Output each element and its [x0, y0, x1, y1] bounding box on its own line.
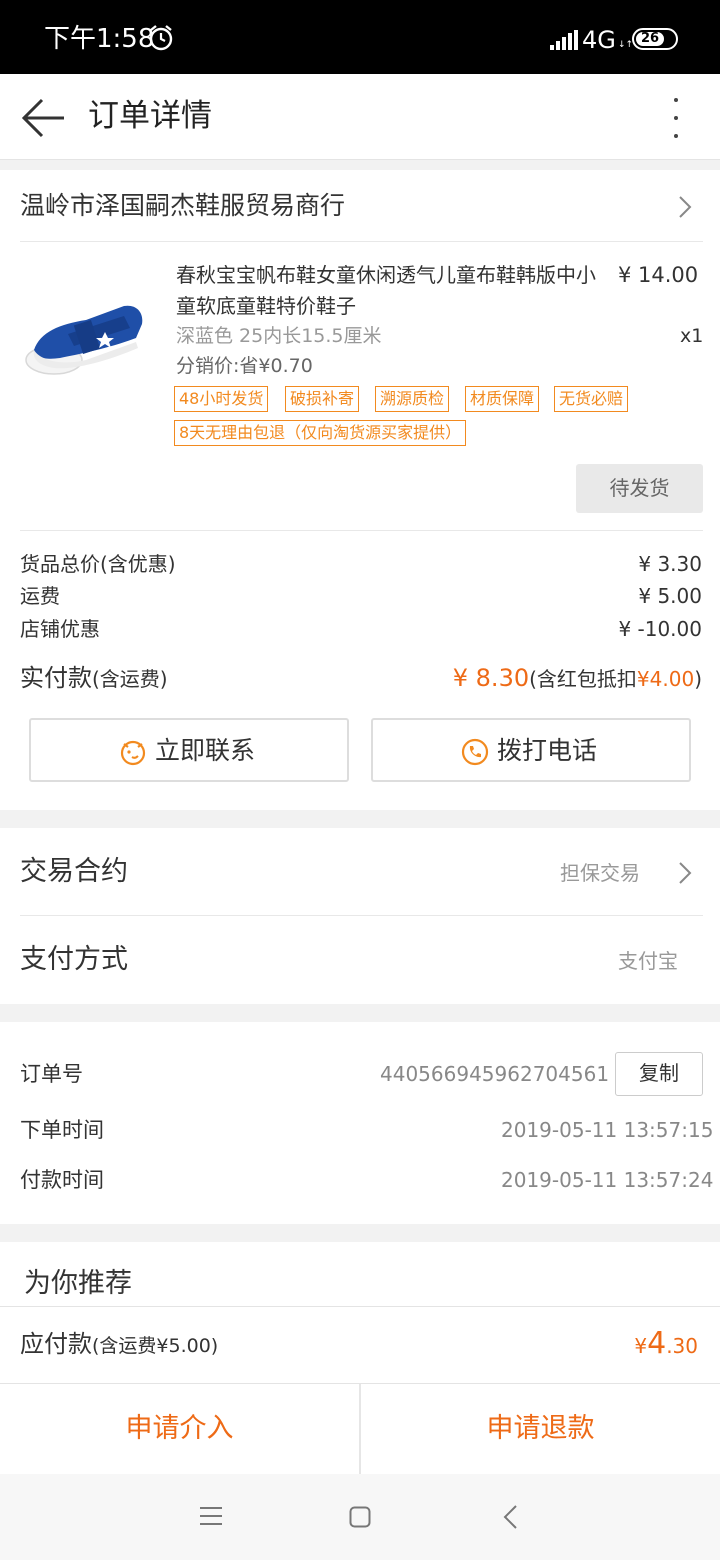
chat-face-icon: [120, 740, 146, 766]
paid-note-prefix: (含红包抵扣: [529, 667, 637, 691]
back-icon[interactable]: [502, 1504, 518, 1530]
service-tag: 破损补寄: [285, 386, 360, 412]
service-tag: 8天无理由包退（仅向淘货源买家提供）: [174, 420, 467, 446]
amount-due-bar: 应付款(含运费¥5.00) ¥4.30: [0, 1306, 720, 1384]
paid-label-text: 实付款: [20, 664, 92, 692]
paid-amount-row: ¥ 8.30(含红包抵扣¥4.00): [453, 662, 702, 695]
menu-icon[interactable]: [200, 1506, 222, 1526]
summary-label: 货品总价(含优惠): [20, 552, 176, 576]
apply-intervention-button[interactable]: 申请介入: [0, 1384, 359, 1474]
amount-due-currency: ¥: [634, 1334, 648, 1358]
call-button[interactable]: 拨打电话: [371, 718, 691, 782]
order-status-button[interactable]: 待发货: [576, 464, 703, 513]
summary-label: 店铺优惠: [20, 617, 100, 641]
chevron-right-icon[interactable]: [678, 195, 692, 219]
battery-icon: 26: [632, 28, 678, 50]
shop-name[interactable]: 温岭市泽国嗣杰鞋服贸易商行: [20, 190, 345, 222]
service-tag: 溯源质检: [375, 386, 450, 412]
signal-icon: [550, 30, 578, 50]
status-bar: 下午1:58 4G ↓↑ 26: [0, 0, 720, 74]
summary-value: ¥ 5.00: [638, 584, 702, 608]
distribution-price: 分销价:省¥0.70: [176, 355, 313, 377]
apply-refund-button[interactable]: 申请退款: [361, 1384, 720, 1474]
amount-due-decimal: .30: [666, 1334, 698, 1358]
recommend-title: 为你推荐: [24, 1268, 132, 1299]
payment-method-label: 支付方式: [20, 944, 128, 975]
summary-label: 运费: [20, 584, 60, 608]
paid-note-suffix: ): [694, 667, 702, 691]
network-type: 4G: [582, 26, 616, 54]
alarm-icon: [149, 25, 173, 51]
bottom-action-bar: 申请介入 申请退款: [0, 1384, 720, 1474]
nav-bar: 订单详情: [0, 74, 720, 160]
order-number: 440566945962704561: [380, 1062, 610, 1086]
more-menu-icon[interactable]: [664, 94, 688, 142]
contract-value[interactable]: 担保交易: [560, 858, 640, 888]
recommend-section: 为你推荐: [0, 1242, 720, 1306]
order-number-label: 订单号: [20, 1062, 83, 1086]
divider: [20, 915, 703, 916]
amount-due-value: ¥4.30: [634, 1325, 698, 1367]
copy-button[interactable]: 复制: [615, 1052, 703, 1096]
product-title[interactable]: 春秋宝宝帆布鞋女童休闲透气儿童布鞋韩版中小童软底童鞋特价鞋子: [176, 260, 606, 322]
system-nav-bar: [0, 1474, 720, 1560]
status-time: 下午1:58: [44, 24, 155, 54]
amount-due-integer: 4: [647, 1326, 667, 1361]
summary-value: ¥ -10.00: [618, 617, 702, 641]
order-info-card: 订单号 440566945962704561 复制 下单时间 2019-05-1…: [0, 1022, 720, 1224]
redpacket-amount: ¥4.00: [636, 667, 695, 691]
pay-time: 2019-05-11 13:57:24: [501, 1168, 714, 1192]
divider: [20, 530, 703, 531]
service-tag: 无货必赔: [554, 386, 629, 412]
summary-value: ¥ 3.30: [638, 552, 702, 576]
payment-method-value: 支付宝: [618, 949, 678, 973]
paid-label: 实付款(含运费): [20, 662, 168, 695]
service-tag: 48小时发货: [174, 386, 269, 412]
contact-button-label: 立即联系: [155, 736, 256, 765]
product-spec: 深蓝色 25内长15.5厘米: [176, 325, 382, 347]
home-icon[interactable]: [349, 1506, 371, 1528]
amount-due-text: 应付款: [20, 1330, 92, 1358]
divider: [20, 241, 703, 242]
network-activity: ↓↑: [618, 40, 634, 50]
product-image[interactable]: [20, 262, 150, 392]
paid-label-note: (含运费): [92, 667, 168, 691]
page-title: 订单详情: [88, 98, 212, 134]
battery-level: 26: [636, 32, 664, 46]
order-time: 2019-05-11 13:57:15: [501, 1118, 714, 1142]
amount-due-label: 应付款(含运费¥5.00): [20, 1327, 218, 1363]
service-tag: 材质保障: [465, 386, 540, 412]
pay-time-label: 付款时间: [20, 1168, 104, 1192]
call-button-label: 拨打电话: [497, 736, 598, 765]
back-arrow-icon[interactable]: [20, 96, 66, 140]
trade-card: 交易合约 担保交易 支付方式 支付宝: [0, 828, 720, 1004]
amount-due-note: (含运费¥5.00): [92, 1335, 219, 1357]
paid-amount: ¥ 8.30: [452, 664, 530, 692]
phone-icon: [461, 738, 489, 766]
chevron-right-icon[interactable]: [678, 861, 692, 885]
contact-button[interactable]: 立即联系: [29, 718, 349, 782]
order-card: 温岭市泽国嗣杰鞋服贸易商行 春秋宝宝帆布鞋女童休闲透气儿童布鞋韩版中小童软底童鞋…: [0, 170, 720, 810]
product-quantity: x1: [680, 325, 704, 347]
order-time-label: 下单时间: [20, 1118, 104, 1142]
contract-label: 交易合约: [20, 856, 128, 887]
product-price: ¥ 14.00: [618, 263, 699, 287]
